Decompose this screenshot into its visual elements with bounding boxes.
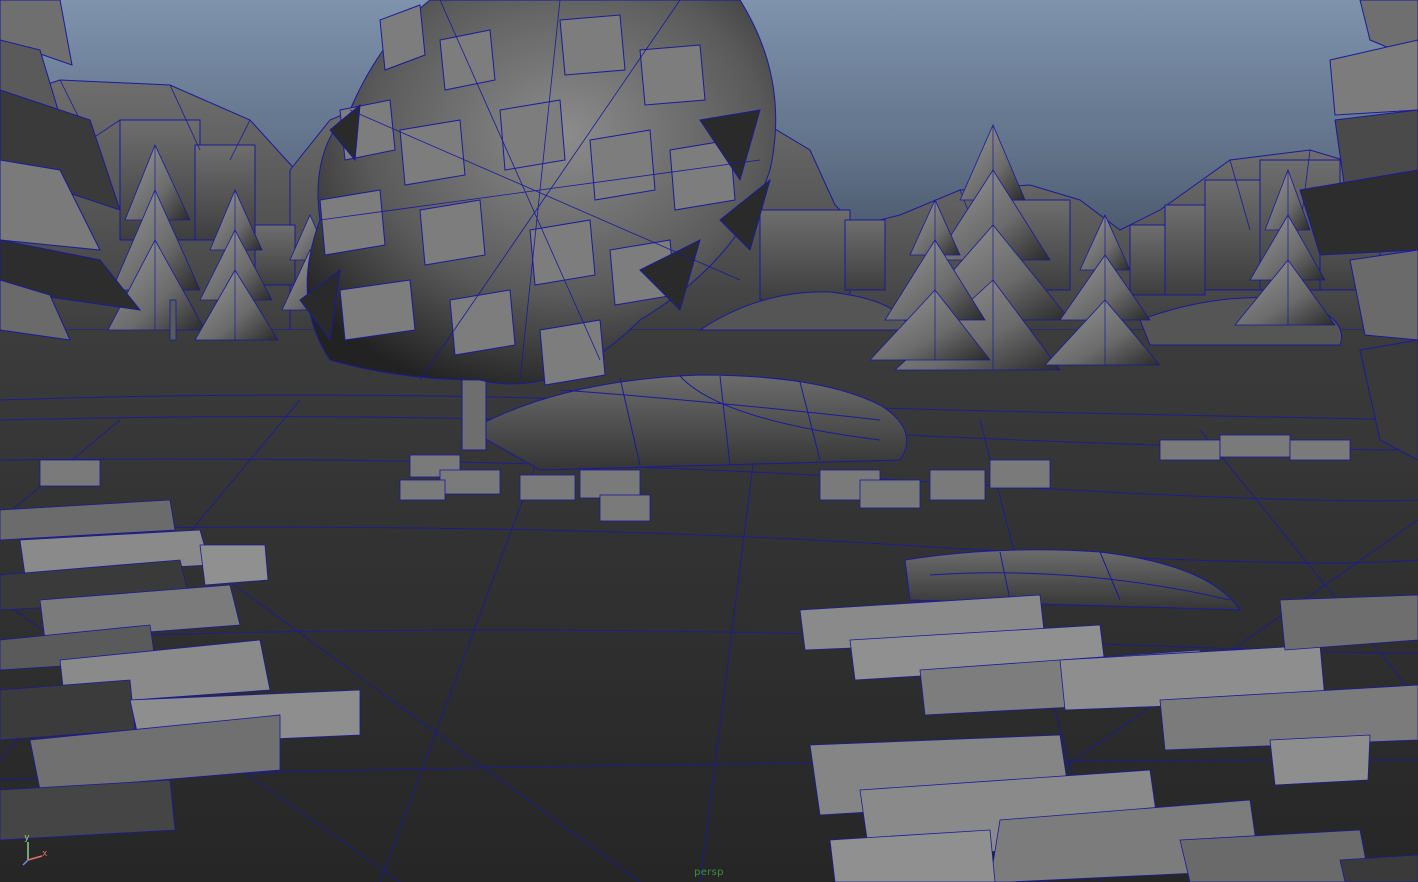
camera-name-label: persp — [694, 867, 724, 878]
x-axis-label: x — [42, 849, 48, 859]
y-axis-label: y — [24, 833, 30, 843]
scene-render[interactable] — [0, 0, 1418, 882]
view-axis-indicator: y x — [18, 832, 58, 868]
maya-perspective-viewport[interactable]: y x persp — [0, 0, 1418, 882]
